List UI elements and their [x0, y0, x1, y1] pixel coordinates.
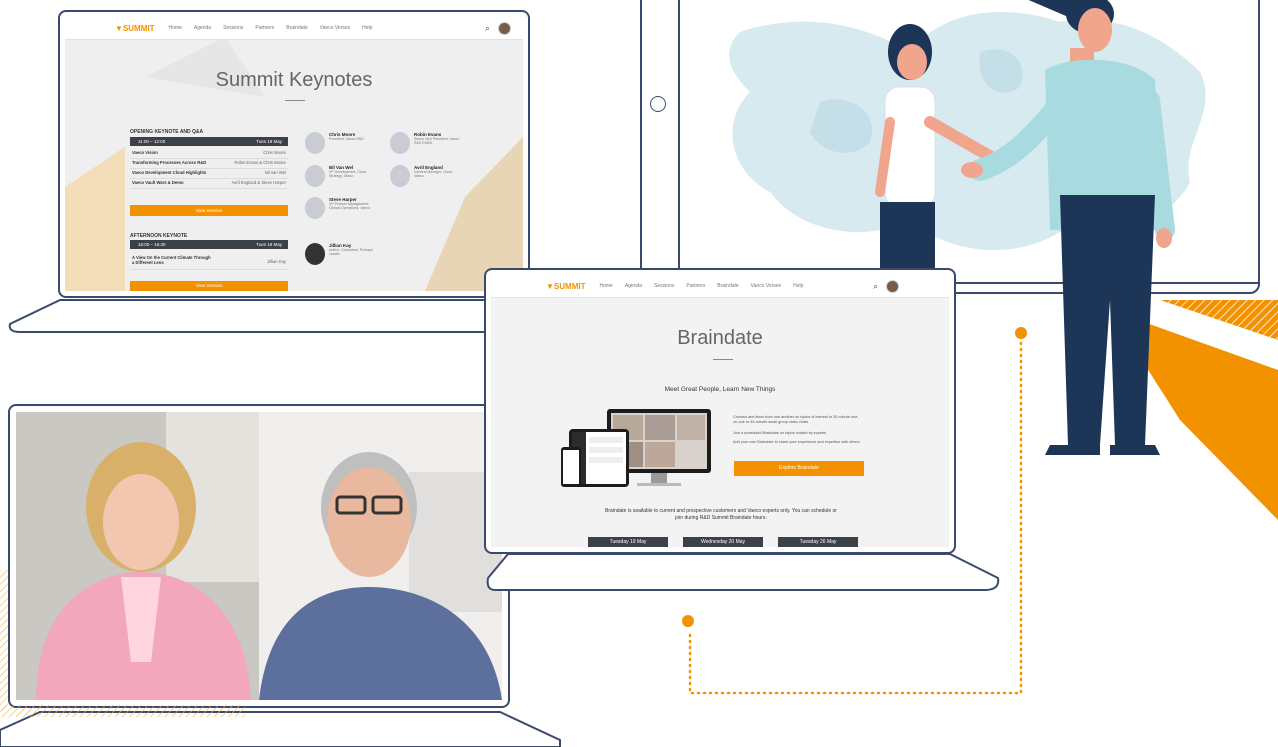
afternoon-date: Tues 19 May [256, 242, 282, 247]
speaker-photo [305, 132, 325, 154]
agenda-row[interactable]: Transforming Processes Across R&D Robin E… [130, 160, 288, 169]
nav-agenda[interactable]: Agenda [625, 283, 642, 289]
search-icon[interactable]: ⌕ [485, 23, 490, 34]
speaker-card[interactable]: Robin Evans Senior Vice President, Vaeco … [390, 132, 462, 154]
summit-keynotes-screen: ▼SUMMIT Home Agenda Sessions Partners Br… [65, 17, 523, 291]
nav-vaeco-verses[interactable]: Vaeco Verses [751, 283, 781, 289]
afternoon-keynote-label: AFTERNOON KEYNOTE [130, 233, 188, 239]
agenda-row[interactable]: Vaeco Vision Chris Moore [130, 150, 288, 159]
speaker-photo [390, 132, 410, 154]
participant-man [259, 412, 502, 700]
speaker-card[interactable]: Bil Van Wel VP Development, Cloud Strateg… [305, 165, 377, 187]
top-nav: ▼SUMMIT Home Agenda Sessions Partners Br… [65, 17, 523, 40]
day-tab[interactable]: Tuesday 19 May [588, 537, 668, 547]
speaker-photo [305, 243, 325, 265]
agenda-row[interactable]: Vaeco Development Cloud Highlights Bil va… [130, 170, 288, 179]
laptop-summit-keynotes: ▼SUMMIT Home Agenda Sessions Partners Br… [58, 10, 530, 298]
opening-keynote-header: 11:00 – 12:00 Tues 19 May [130, 137, 288, 146]
opening-time: 11:00 – 12:00 [138, 139, 166, 144]
nav-agenda[interactable]: Agenda [194, 25, 211, 31]
nav-vaeco-verses[interactable]: Vaeco Verses [320, 25, 350, 31]
afternoon-time: 16:00 – 16:30 [138, 242, 166, 247]
nav-home[interactable]: Home [168, 25, 181, 31]
speaker-photo [305, 197, 325, 219]
agenda-row[interactable]: Vaeco Vault Wars & Demo Avril England & S… [130, 180, 288, 189]
speaker-card[interactable]: Chris Moore President, Vaeco R&D [305, 132, 377, 154]
orange-stripe-decoration-left [0, 570, 245, 717]
agenda-row[interactable]: A View On the Current Climate Through a … [130, 255, 288, 270]
nav-help[interactable]: Help [362, 25, 372, 31]
opening-date: Tues 19 May [256, 139, 282, 144]
title-divider [285, 100, 305, 101]
nav-sessions[interactable]: Sessions [223, 25, 243, 31]
nav-sessions[interactable]: Sessions [654, 283, 674, 289]
nav-braindate[interactable]: Braindate [717, 283, 738, 289]
speaker-photo [305, 165, 325, 187]
participant-video-tile[interactable] [259, 412, 502, 700]
nav-partners[interactable]: Partners [686, 283, 705, 289]
nav-home[interactable]: Home [599, 283, 612, 289]
dotted-connector [682, 327, 1027, 695]
page-title: Summit Keynotes [215, 69, 373, 91]
nav-help[interactable]: Help [793, 283, 803, 289]
afternoon-keynote-header: 16:00 – 16:30 Tues 19 May [130, 240, 288, 249]
top-nav: ▼SUMMIT Home Agenda Sessions Partners Br… [491, 275, 949, 298]
speaker-photo [390, 165, 410, 187]
speaker-card[interactable]: Steve Harper VP Product Management, Clini… [305, 197, 377, 219]
summit-logo[interactable]: ▼SUMMIT [546, 282, 585, 291]
speaker-card[interactable]: Avril England General Manager, Cloud Vaec… [390, 165, 462, 187]
nav-partners[interactable]: Partners [255, 25, 274, 31]
view-session-button[interactable]: View Session [130, 281, 288, 291]
view-session-button[interactable]: View Session [130, 205, 288, 216]
tablet-home-button[interactable] [650, 96, 666, 112]
summit-logo[interactable]: ▼SUMMIT [115, 24, 154, 33]
search-icon[interactable]: ⌕ [873, 281, 878, 292]
user-avatar[interactable] [886, 280, 899, 293]
nav-braindate[interactable]: Braindate [286, 25, 307, 31]
user-avatar[interactable] [498, 22, 511, 35]
speaker-card[interactable]: Jillian Kay Author, Consultant, Perhaps L… [305, 243, 377, 265]
opening-keynote-label: OPENING KEYNOTE AND Q&A [130, 129, 204, 135]
laptop-base [8, 299, 535, 333]
